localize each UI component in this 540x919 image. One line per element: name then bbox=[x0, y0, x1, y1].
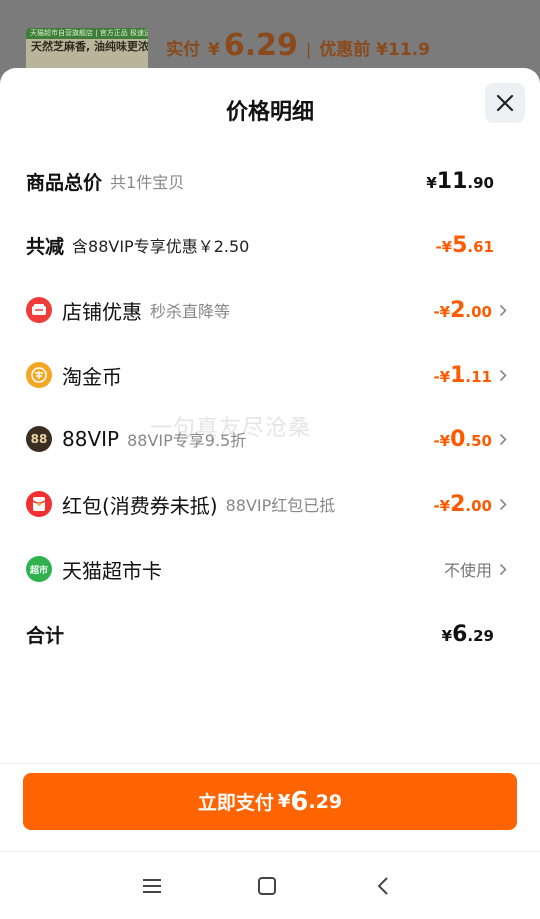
row-label: 红包(消费券未抵) bbox=[62, 493, 218, 518]
row-sub: 秒杀直降等 bbox=[150, 302, 231, 321]
row-total-discount: 共减 含88VIP专享优惠￥2.50 -¥ 5.61 bbox=[0, 225, 540, 265]
row-total-goods: 商品总价 共1件宝贝 ¥11.90 bbox=[0, 161, 540, 201]
pay-button-yen: ¥ bbox=[277, 791, 291, 812]
pay-amount: 6.29 bbox=[223, 28, 298, 63]
row-amount: ¥6.29 bbox=[441, 621, 494, 647]
row-amount: -¥ 0.50 bbox=[433, 426, 492, 452]
row-tmall-card[interactable]: 超市 天猫超市卡 不使用 bbox=[0, 549, 540, 589]
row-label: 共减 bbox=[26, 235, 65, 258]
pay-button-label: 立即支付 bbox=[197, 792, 274, 814]
sheet-title: 价格明细 bbox=[225, 100, 314, 125]
card-status: 不使用 bbox=[443, 561, 492, 580]
price-detail-sheet: 价格明细 商品总价 共1件宝贝 ¥11.90 共减 含88VIP专享优惠￥2.5… bbox=[0, 68, 540, 919]
row-taojinbi[interactable]: 淘金币 -¥ 1.11 bbox=[0, 355, 540, 395]
shop-coupon-icon bbox=[26, 297, 52, 323]
row-red-packet[interactable]: 红包(消费券未抵) 88VIP红包已抵 -¥ 2.00 bbox=[0, 484, 540, 524]
close-icon bbox=[496, 94, 514, 112]
row-shop-discount[interactable]: 店铺优惠 秒杀直降等 -¥ 2.00 bbox=[0, 290, 540, 330]
chevron-right-icon bbox=[496, 431, 510, 447]
chevron-right-icon bbox=[496, 561, 510, 577]
row-label: 店铺优惠 bbox=[62, 299, 142, 324]
tmall-supermarket-card-icon: 超市 bbox=[26, 556, 52, 582]
pay-yen: ¥ bbox=[208, 40, 220, 60]
row-amount: ¥11.90 bbox=[426, 168, 494, 194]
gold-coin-icon bbox=[26, 362, 52, 388]
chevron-right-icon bbox=[496, 496, 510, 512]
divider bbox=[0, 763, 540, 764]
row-amount: -¥ 5.61 bbox=[435, 232, 494, 258]
row-label: 合计 bbox=[26, 624, 65, 647]
row-sub: 共1件宝贝 bbox=[110, 173, 185, 192]
row-label: 天猫超市卡 bbox=[62, 558, 162, 583]
vip-88-icon: 88 bbox=[26, 426, 52, 452]
row-amount: -¥ 2.00 bbox=[433, 297, 492, 323]
row-amount: -¥ 1.11 bbox=[433, 362, 492, 388]
row-amount: -¥ 2.00 bbox=[433, 491, 492, 517]
row-label: 淘金币 bbox=[62, 364, 122, 389]
row-label: 商品总价 bbox=[26, 171, 103, 194]
pay-button-int: 6 bbox=[290, 786, 309, 817]
system-nav-bar bbox=[0, 851, 540, 919]
chevron-right-icon bbox=[496, 302, 510, 318]
thumbnail-text: 天然芝麻香, 油纯味更浓 bbox=[31, 40, 148, 53]
watermark: 一句真友尽沧桑 bbox=[150, 416, 312, 441]
home-square-icon bbox=[258, 877, 276, 895]
original-price: 优惠前 ¥11.9 bbox=[319, 40, 430, 60]
home-button[interactable] bbox=[247, 866, 287, 906]
chevron-right-icon bbox=[496, 367, 510, 383]
row-label: 88VIP bbox=[62, 427, 120, 451]
row-sub: 含88VIP专享优惠￥2.50 bbox=[72, 237, 250, 256]
back-chevron-icon bbox=[377, 877, 388, 895]
background-pay-summary: 实付 ¥ 6.29 | 优惠前 ¥11.9 bbox=[166, 28, 430, 68]
menu-button[interactable] bbox=[132, 866, 172, 906]
back-button[interactable] bbox=[363, 866, 403, 906]
pay-now-button[interactable]: 立即支付 ¥ 6 .29 bbox=[23, 773, 517, 830]
product-thumbnail: 天猫超市自营旗舰店 | 官方正品 极速送达 天然芝麻香, 油纯味更浓 bbox=[26, 28, 148, 72]
row-grand-total: 合计 ¥6.29 bbox=[0, 614, 540, 654]
close-button[interactable] bbox=[485, 83, 525, 123]
row-sub: 88VIP红包已抵 bbox=[225, 496, 336, 515]
menu-icon bbox=[143, 879, 161, 893]
red-packet-icon bbox=[26, 491, 52, 517]
separator: | bbox=[305, 40, 312, 59]
thumbnail-banner: 天猫超市自营旗舰店 | 官方正品 极速送达 bbox=[26, 28, 148, 39]
pay-button-dec: .29 bbox=[308, 790, 343, 813]
pay-label: 实付 bbox=[166, 40, 200, 60]
